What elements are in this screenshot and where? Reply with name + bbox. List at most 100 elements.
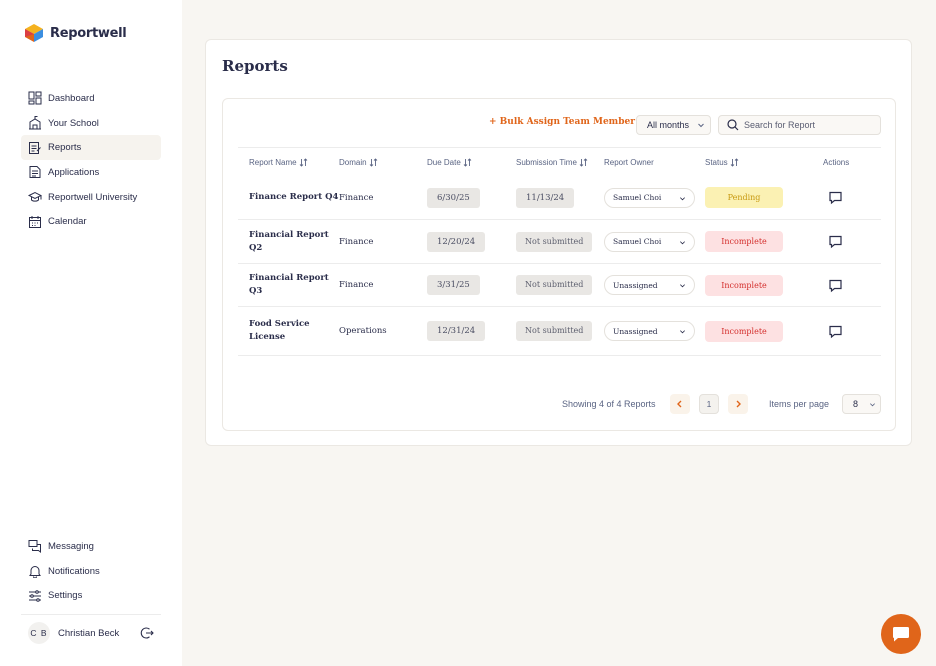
reports-table: Report Name Domain Due Date Submission T… <box>238 147 881 356</box>
sidebar-item-messaging[interactable]: Messaging <box>21 534 161 559</box>
brand-logo[interactable]: Reportwell <box>23 23 127 43</box>
sort-icon <box>730 157 739 167</box>
table-row: Finance Report Q4 Finance 6/30/25 11/13/… <box>238 176 881 220</box>
due-date: 12/20/24 <box>427 231 486 252</box>
sidebar-item-applications[interactable]: Applications <box>21 160 161 185</box>
divider <box>21 614 161 615</box>
report-owner-value: Samuel Choi <box>613 193 662 202</box>
search-input[interactable] <box>744 120 874 130</box>
sidebar-item-settings[interactable]: Settings <box>21 583 161 608</box>
sidebar-item-dashboard[interactable]: Dashboard <box>21 86 161 111</box>
comment-icon[interactable] <box>828 190 843 205</box>
chevron-down-icon <box>870 403 875 407</box>
report-domain: Finance <box>339 280 374 290</box>
submission-time: Not submitted <box>516 231 593 252</box>
column-header-domain[interactable]: Domain <box>339 158 427 167</box>
sidebar-item-label: Settings <box>48 590 83 602</box>
settings-icon <box>29 589 41 602</box>
avatar[interactable]: C B <box>28 622 50 644</box>
bulk-assign-button[interactable]: + Bulk Assign Team Member <box>489 117 635 127</box>
sidebar-item-calendar[interactable]: Calendar <box>21 209 161 234</box>
chevron-down-icon <box>680 240 685 244</box>
user-name: Christian Beck <box>58 627 120 639</box>
report-owner-value: Unassigned <box>613 326 658 336</box>
report-name[interactable]: Finance Report Q4 <box>249 192 338 202</box>
next-page-button[interactable] <box>728 394 748 414</box>
items-per-page-select[interactable]: 8 <box>842 394 881 414</box>
report-owner-select[interactable]: Unassigned <box>604 321 695 341</box>
column-header-due-date[interactable]: Due Date <box>427 158 516 167</box>
table-row: Financial Report Q2 Finance 12/20/24 Not… <box>238 220 881 264</box>
column-header-report-name[interactable]: Report Name <box>238 158 339 167</box>
graduation-cap-icon <box>28 192 42 202</box>
applications-icon <box>29 166 41 179</box>
sort-icon <box>579 157 588 167</box>
report-domain: Finance <box>339 192 374 203</box>
brand-name: Reportwell <box>50 25 127 41</box>
main-nav: Dashboard Your School Reports Applicatio… <box>21 86 161 234</box>
report-owner-select[interactable]: Samuel Choi <box>604 187 695 208</box>
table-row: Food Service License Operations 12/31/24… <box>238 307 881 356</box>
chevron-down-icon <box>680 196 685 200</box>
report-owner-select[interactable]: Unassigned <box>604 275 695 295</box>
due-date: 3/31/25 <box>427 275 480 295</box>
reports-card: + Bulk Assign Team Member All months Rep… <box>222 98 896 431</box>
chevron-right-icon <box>736 400 741 408</box>
sidebar-item-reports[interactable]: Reports <box>21 135 161 161</box>
report-owner-select[interactable]: Samuel Choi <box>604 231 695 252</box>
logout-icon[interactable] <box>140 626 154 640</box>
chevron-left-icon <box>677 400 682 408</box>
calendar-icon <box>29 215 41 228</box>
chat-launcher-button[interactable] <box>881 614 921 654</box>
month-filter-value: All months <box>647 120 690 130</box>
items-per-page-label: Items per page <box>769 399 830 409</box>
due-date: 12/31/24 <box>427 321 486 341</box>
report-owner-value: Samuel Choi <box>613 237 662 246</box>
column-header-actions: Actions <box>823 157 850 167</box>
chevron-down-icon <box>680 330 685 334</box>
report-name[interactable]: Food Service License <box>249 318 329 344</box>
status-badge: Incomplete <box>705 231 783 252</box>
chat-bubble-icon <box>893 627 909 642</box>
submission-time: Not submitted <box>516 275 593 295</box>
sidebar-item-your-school[interactable]: Your School <box>21 111 161 136</box>
search-icon <box>727 119 739 131</box>
report-name[interactable]: Financial Report Q3 <box>249 273 329 296</box>
chevron-down-icon <box>680 284 685 288</box>
sidebar-item-notifications[interactable]: Notifications <box>21 559 161 584</box>
table-header: Report Name Domain Due Date Submission T… <box>238 147 881 176</box>
status-badge: Incomplete <box>705 274 783 296</box>
school-icon <box>29 116 41 130</box>
table-row: Financial Report Q3 Finance 3/31/25 Not … <box>238 264 881 307</box>
page-title: Reports <box>222 57 288 75</box>
column-header-submission-time[interactable]: Submission Time <box>516 158 604 167</box>
sidebar-item-label: Your School <box>48 117 99 129</box>
month-filter-select[interactable]: All months <box>636 115 711 135</box>
chevron-down-icon <box>698 123 704 128</box>
dashboard-icon <box>28 91 42 105</box>
search-box <box>718 115 881 135</box>
status-badge: Pending <box>705 187 783 208</box>
column-header-status[interactable]: Status <box>705 158 812 167</box>
sidebar-item-reportwell-university[interactable]: Reportwell University <box>21 185 161 210</box>
status-badge: Incomplete <box>705 320 783 342</box>
sidebar-item-label: Reports <box>48 142 82 154</box>
previous-page-button[interactable] <box>670 394 690 414</box>
reportwell-logo-icon <box>25 24 43 42</box>
sidebar-item-label: Applications <box>48 166 100 178</box>
column-header-report-owner: Report Owner <box>604 157 654 167</box>
messaging-icon <box>28 540 41 554</box>
sidebar-item-label: Messaging <box>48 540 94 552</box>
comment-icon[interactable] <box>828 278 843 293</box>
sidebar-item-label: Reportwell University <box>48 191 138 203</box>
sidebar-item-label: Notifications <box>48 565 100 577</box>
sort-icon <box>463 157 472 167</box>
sidebar-item-label: Calendar <box>48 216 87 228</box>
comment-icon[interactable] <box>828 234 843 249</box>
sidebar: Reportwell Dashboard Your School Reports… <box>0 0 182 666</box>
sidebar-item-label: Dashboard <box>48 92 95 104</box>
page-number-button[interactable]: 1 <box>699 394 719 414</box>
report-domain: Finance <box>339 236 374 247</box>
report-name[interactable]: Financial Report Q2 <box>249 230 329 253</box>
comment-icon[interactable] <box>828 324 843 339</box>
